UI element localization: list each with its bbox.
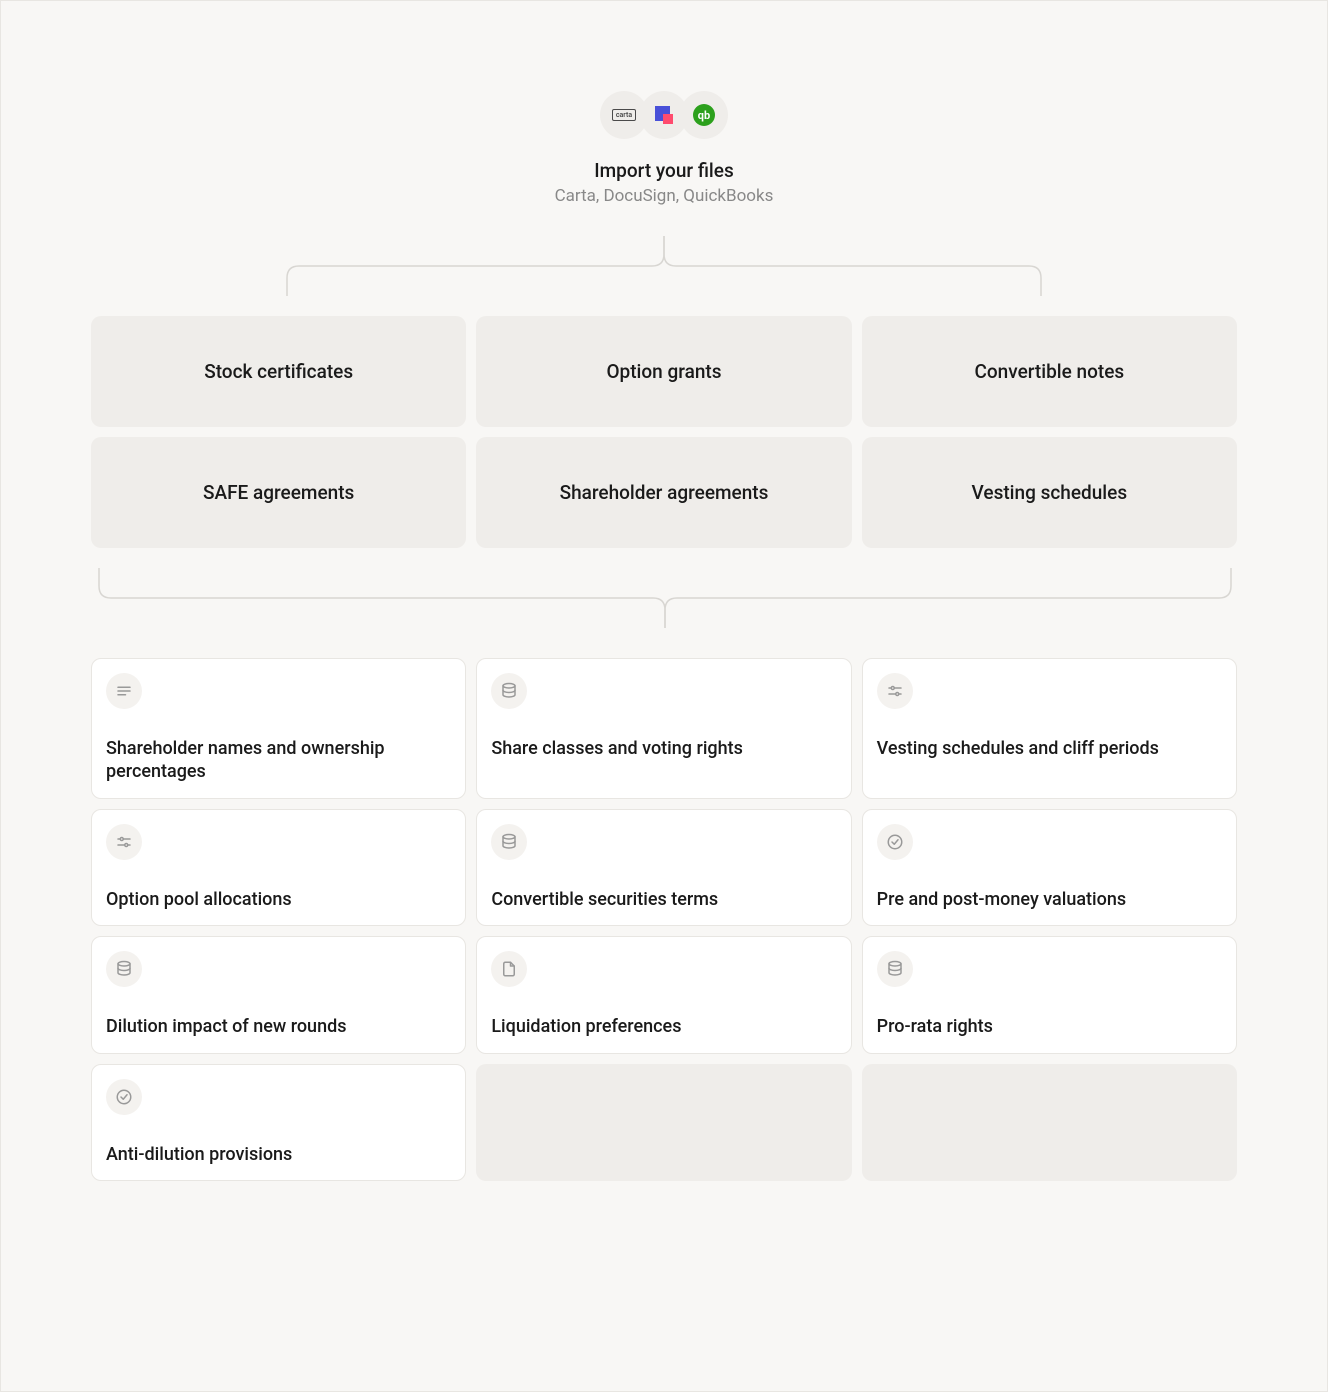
- sliders-icon: [877, 673, 913, 709]
- import-subtitle: Carta, DocuSign, QuickBooks: [91, 186, 1237, 206]
- info-card: Liquidation preferences: [476, 936, 851, 1053]
- info-label: Vesting schedules and cliff periods: [877, 737, 1222, 760]
- info-card: [476, 1064, 851, 1181]
- lines-icon: [106, 673, 142, 709]
- database-icon: [491, 824, 527, 860]
- doc-card: Option grants: [476, 316, 851, 427]
- file-icon: [491, 951, 527, 987]
- info-label: Pre and post-money valuations: [877, 888, 1222, 911]
- import-title: Import your files: [91, 159, 1237, 182]
- info-card: Pro-rata rights: [862, 936, 1237, 1053]
- import-header: carta qb Import your files Carta, DocuSi…: [91, 91, 1237, 206]
- info-label: Convertible securities terms: [491, 888, 836, 911]
- info-card: Option pool allocations: [91, 809, 466, 926]
- info-card: Shareholder names and ownership percenta…: [91, 658, 466, 799]
- database-icon: [491, 673, 527, 709]
- info-label: Anti-dilution provisions: [106, 1143, 451, 1166]
- info-label: Option pool allocations: [106, 888, 451, 911]
- info-label: Shareholder names and ownership percenta…: [106, 737, 451, 784]
- quickbooks-logo-icon: qb: [680, 91, 728, 139]
- check-circle-icon: [106, 1079, 142, 1115]
- info-label: Pro-rata rights: [877, 1015, 1222, 1038]
- logo-row: carta qb: [91, 91, 1237, 139]
- info-card: Vesting schedules and cliff periods: [862, 658, 1237, 799]
- info-card: Anti-dilution provisions: [91, 1064, 466, 1181]
- doc-types-grid: Stock certificates Option grants Convert…: [91, 316, 1237, 548]
- info-label: Dilution impact of new rounds: [106, 1015, 451, 1038]
- database-icon: [877, 951, 913, 987]
- doc-card: Convertible notes: [862, 316, 1237, 427]
- doc-card: Vesting schedules: [862, 437, 1237, 548]
- info-label: Liquidation preferences: [491, 1015, 836, 1038]
- extracted-info-grid: Shareholder names and ownership percenta…: [91, 658, 1237, 1181]
- info-card: Pre and post-money valuations: [862, 809, 1237, 926]
- info-card: Dilution impact of new rounds: [91, 936, 466, 1053]
- doc-card: Stock certificates: [91, 316, 466, 427]
- doc-card: SAFE agreements: [91, 437, 466, 548]
- connector-bottom-icon: [91, 568, 1239, 628]
- connector-top-icon: [279, 236, 1049, 296]
- check-circle-icon: [877, 824, 913, 860]
- info-card: Convertible securities terms: [476, 809, 851, 926]
- info-card: [862, 1064, 1237, 1181]
- sliders-icon: [106, 824, 142, 860]
- doc-card: Shareholder agreements: [476, 437, 851, 548]
- database-icon: [106, 951, 142, 987]
- info-label: Share classes and voting rights: [491, 737, 836, 760]
- info-card: Share classes and voting rights: [476, 658, 851, 799]
